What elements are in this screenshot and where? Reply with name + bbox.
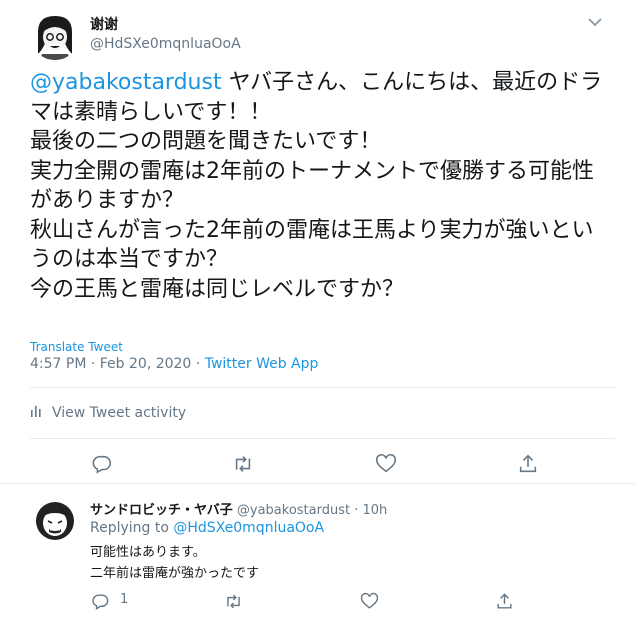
reply-text: 可能性はあります。 二年前は雷庵が強かったです (90, 545, 260, 581)
main-tweet: 谢谢 @HdSXe0mqnluaOoA @yabakostardust ヤバ子さ… (0, 0, 635, 478)
reply-author-name[interactable]: サンドロビッチ・ヤバ子 (90, 503, 233, 518)
author-handle[interactable]: @HdSXe0mqnluaOoA (90, 36, 241, 52)
like-icon[interactable] (374, 452, 398, 476)
tweet-text: @yabakostardust ヤバ子さん、こんにちは、最近のドラマは素晴らしい… (30, 68, 615, 304)
tweet-body: ヤバ子さん、こんにちは、最近のドラマは素晴らしいです！！ 最後の二つの問題を聞き… (30, 70, 603, 302)
replying-to-line: Replying to @HdSXe0mqnluaOoA (90, 520, 324, 536)
divider (0, 483, 635, 484)
mention-link[interactable]: @yabakostardust (30, 70, 222, 95)
avatar-image (30, 10, 80, 60)
view-activity-link[interactable]: View Tweet activity (30, 404, 186, 422)
like-icon[interactable] (359, 591, 379, 611)
replying-to-link[interactable]: @HdSXe0mqnluaOoA (173, 520, 324, 536)
reply-icon[interactable] (90, 591, 110, 611)
replying-prefix: Replying to (90, 520, 174, 536)
timestamp[interactable]: 4:57 PM · Feb 20, 2020 · (30, 356, 205, 372)
avatar-image (33, 499, 77, 543)
stats-icon (30, 404, 44, 422)
retweet-icon[interactable] (223, 591, 243, 611)
divider (30, 387, 615, 388)
share-icon[interactable] (516, 452, 540, 476)
share-icon[interactable] (494, 591, 514, 611)
translate-tweet-link[interactable]: Translate Tweet (30, 340, 123, 354)
author-display-name[interactable]: 谢谢 (90, 14, 118, 34)
tweet-actions (0, 452, 635, 478)
view-activity-label: View Tweet activity (52, 405, 187, 421)
reply-icon[interactable] (90, 452, 114, 476)
source-app-link[interactable]: Twitter Web App (205, 356, 319, 372)
reply-handle-time[interactable]: @yabakostardust · 10h (233, 503, 387, 518)
reply-tweet[interactable]: サンドロビッチ・ヤバ子 @yabakostardust · 10h Replyi… (0, 485, 635, 626)
reply-author-avatar[interactable] (33, 499, 77, 543)
tweet-meta: 4:57 PM · Feb 20, 2020 · Twitter Web App (30, 356, 318, 372)
retweet-icon[interactable] (231, 452, 255, 476)
reply-actions (0, 591, 635, 613)
divider (30, 438, 615, 439)
reply-header: サンドロビッチ・ヤバ子 @yabakostardust · 10h (90, 499, 387, 518)
author-avatar[interactable] (30, 10, 80, 60)
caret-down-icon[interactable] (583, 10, 607, 34)
reply-count: 1 (120, 592, 129, 607)
